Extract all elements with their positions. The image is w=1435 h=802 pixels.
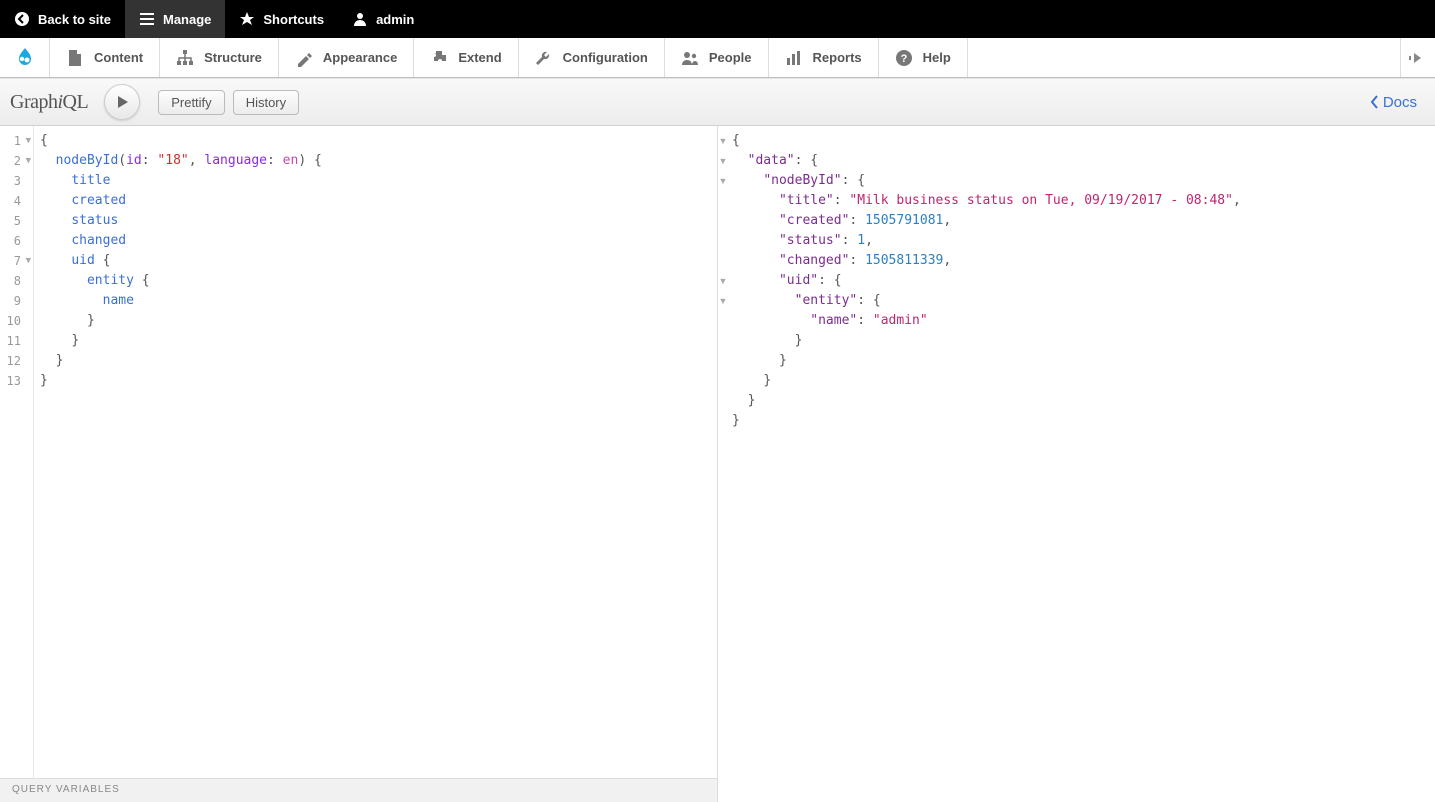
line-gutter: 1▼2▼34567▼8910111213: [0, 126, 34, 778]
shortcuts-label: Shortcuts: [263, 12, 324, 27]
query-pane: 1▼2▼34567▼8910111213 { nodeById(id: "18"…: [0, 126, 718, 802]
structure-icon: [176, 49, 194, 67]
hamburger-icon: [139, 11, 155, 27]
admin-reports[interactable]: Reports: [769, 38, 879, 77]
drupal-logo[interactable]: [0, 38, 50, 77]
admin-spacer: [968, 38, 1401, 77]
content-icon: [66, 49, 84, 67]
shortcuts-button[interactable]: Shortcuts: [225, 0, 338, 38]
back-to-site-label: Back to site: [38, 12, 111, 27]
drupal-toolbar: Back to site Manage Shortcuts admin: [0, 0, 1435, 38]
docs-button[interactable]: Docs: [1362, 94, 1425, 111]
appearance-icon: [295, 49, 313, 67]
user-menu-button[interactable]: admin: [338, 0, 428, 38]
admin-reports-label: Reports: [813, 50, 862, 65]
history-button[interactable]: History: [233, 90, 299, 115]
orientation-icon: [1409, 51, 1427, 65]
graphiql-toolbar: GraphiQL Prettify History Docs: [0, 78, 1435, 126]
admin-extend-label: Extend: [458, 50, 501, 65]
manage-button[interactable]: Manage: [125, 0, 225, 38]
extend-icon: [430, 49, 448, 67]
query-variables-bar[interactable]: QUERY VARIABLES: [0, 778, 717, 802]
admin-structure-label: Structure: [204, 50, 262, 65]
star-icon: [239, 11, 255, 27]
graphiql-body: 1▼2▼34567▼8910111213 { nodeById(id: "18"…: [0, 126, 1435, 802]
back-arrow-icon: [14, 11, 30, 27]
admin-extend[interactable]: Extend: [414, 38, 518, 77]
admin-configuration-label: Configuration: [563, 50, 648, 65]
admin-people-label: People: [709, 50, 752, 65]
help-icon: ?: [895, 49, 913, 67]
result-code: { "data": { "nodeById": { "title": "Milk…: [718, 126, 1435, 431]
result-pane: ▼▼▼▼▼ { "data": { "nodeById": { "title":…: [718, 126, 1435, 802]
user-label: admin: [376, 12, 414, 27]
user-icon: [352, 11, 368, 27]
back-to-site-button[interactable]: Back to site: [0, 0, 125, 38]
svg-text:?: ?: [900, 53, 907, 65]
people-icon: [681, 49, 699, 67]
manage-label: Manage: [163, 12, 211, 27]
query-code[interactable]: { nodeById(id: "18", language: en) { tit…: [34, 126, 717, 778]
admin-appearance-label: Appearance: [323, 50, 397, 65]
admin-content[interactable]: Content: [50, 38, 160, 77]
admin-configuration[interactable]: Configuration: [519, 38, 665, 77]
query-editor[interactable]: 1▼2▼34567▼8910111213 { nodeById(id: "18"…: [0, 126, 717, 778]
admin-menu: Content Structure Appearance Extend Conf…: [0, 38, 1435, 78]
prettify-button[interactable]: Prettify: [158, 90, 224, 115]
graphiql-logo: GraphiQL: [10, 91, 88, 114]
execute-button[interactable]: [104, 84, 140, 120]
admin-help-label: Help: [923, 50, 951, 65]
admin-people[interactable]: People: [665, 38, 769, 77]
play-icon: [115, 95, 129, 109]
result-fold-gutter: ▼▼▼▼▼: [718, 131, 728, 431]
configuration-icon: [535, 49, 553, 67]
toolbar-orientation-toggle[interactable]: [1401, 38, 1435, 77]
admin-structure[interactable]: Structure: [160, 38, 279, 77]
admin-help[interactable]: ? Help: [879, 38, 968, 77]
admin-appearance[interactable]: Appearance: [279, 38, 414, 77]
chevron-left-icon: [1370, 95, 1379, 109]
reports-icon: [785, 49, 803, 67]
docs-label: Docs: [1383, 94, 1417, 111]
admin-content-label: Content: [94, 50, 143, 65]
